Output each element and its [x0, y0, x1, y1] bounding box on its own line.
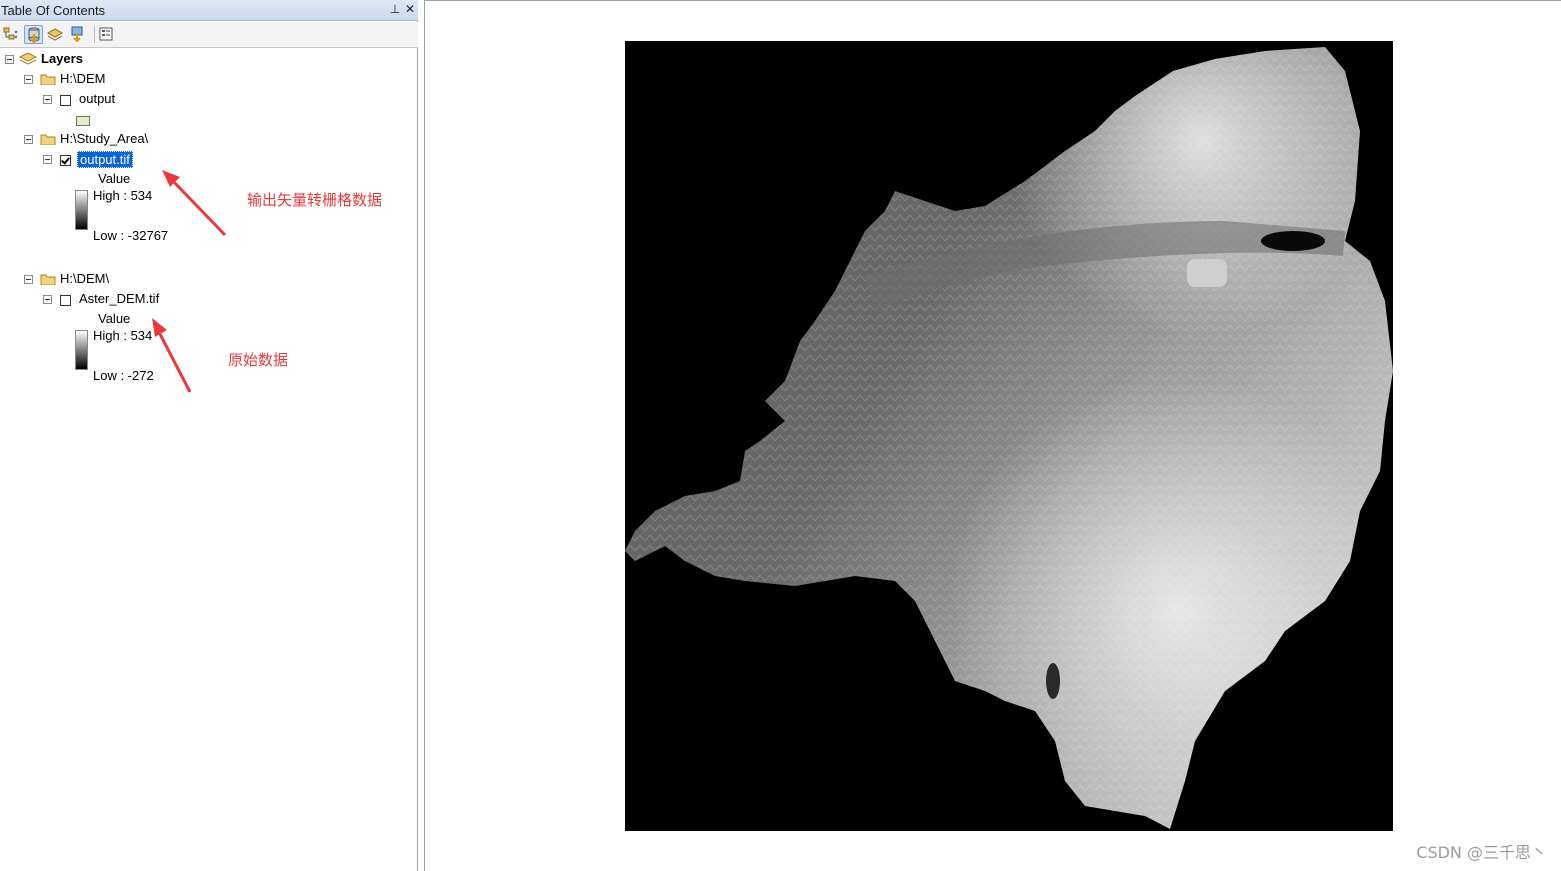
list-by-visibility-button[interactable] — [46, 25, 65, 44]
list-by-drawing-order-button[interactable] — [2, 25, 21, 44]
annotation-source-note: 原始数据 — [228, 351, 289, 369]
grayscale-color-ramp[interactable] — [75, 190, 88, 230]
layers-root-label[interactable]: Layers — [41, 51, 83, 66]
layer-collapse-toggle[interactable] — [43, 295, 52, 304]
dark-water-body — [1261, 231, 1325, 251]
list-by-drawing-order-icon — [3, 27, 18, 40]
annotation-arrow-icon — [162, 170, 227, 237]
layer-collapse-toggle[interactable] — [43, 155, 52, 164]
table-of-contents-panel: Table Of Contents ⊥ ✕ Layers H:\DEM outp… — [0, 0, 418, 871]
legend-value-heading: Value — [98, 311, 131, 326]
layer-name-label[interactable]: Aster_DEM.tif — [79, 291, 159, 306]
dark-spot — [1046, 663, 1060, 699]
layer-visibility-checkbox[interactable] — [60, 295, 71, 306]
map-view[interactable]: CSDN @三千思丶 — [424, 0, 1561, 871]
folder-icon — [40, 134, 56, 145]
group-path-label[interactable]: H:\Study_Area\ — [60, 131, 148, 146]
list-by-source-button[interactable] — [24, 25, 43, 44]
group-path-label[interactable]: H:\DEM — [60, 71, 106, 86]
annotation-arrow-icon — [152, 318, 192, 393]
toc-toolbar — [0, 22, 418, 48]
group-collapse-toggle[interactable] — [24, 75, 33, 84]
toc-title-bar: Table Of Contents ⊥ ✕ — [0, 0, 418, 21]
pin-icon[interactable]: ⊥ — [388, 2, 402, 17]
layers-icon — [19, 52, 37, 65]
folder-icon — [40, 274, 56, 285]
layer-visibility-checkbox[interactable] — [60, 95, 71, 106]
group-collapse-toggle[interactable] — [24, 135, 33, 144]
layer-name-label[interactable]: output — [79, 91, 115, 106]
folder-icon — [40, 74, 56, 85]
list-by-source-icon — [28, 27, 40, 43]
legend-value-heading: Value — [98, 171, 131, 186]
group-collapse-toggle[interactable] — [24, 275, 33, 284]
toolbar-separator — [94, 26, 95, 43]
layers-collapse-toggle[interactable] — [5, 55, 14, 64]
close-icon[interactable]: ✕ — [403, 2, 417, 17]
layer-visibility-checkbox[interactable] — [60, 155, 71, 166]
layer-collapse-toggle[interactable] — [43, 95, 52, 104]
dem-raster-image[interactable] — [625, 41, 1393, 831]
annotation-output-note: 输出矢量转栅格数据 — [247, 191, 383, 209]
options-button[interactable] — [97, 25, 116, 44]
options-icon — [99, 27, 113, 41]
legend-high-label: High : 534 — [93, 188, 153, 203]
polygon-symbol-swatch[interactable] — [76, 116, 90, 126]
watermark-text: CSDN @三千思丶 — [1416, 843, 1547, 862]
list-by-selection-button[interactable] — [68, 25, 87, 44]
group-path-label[interactable]: H:\DEM\ — [60, 271, 109, 286]
list-by-selection-icon — [71, 26, 83, 42]
layer-name-label-selected[interactable]: output.tif — [77, 151, 133, 168]
list-by-visibility-icon — [47, 28, 63, 41]
grayscale-color-ramp[interactable] — [75, 330, 88, 370]
bright-patch — [1187, 259, 1227, 287]
toc-title: Table Of Contents — [1, 3, 106, 18]
